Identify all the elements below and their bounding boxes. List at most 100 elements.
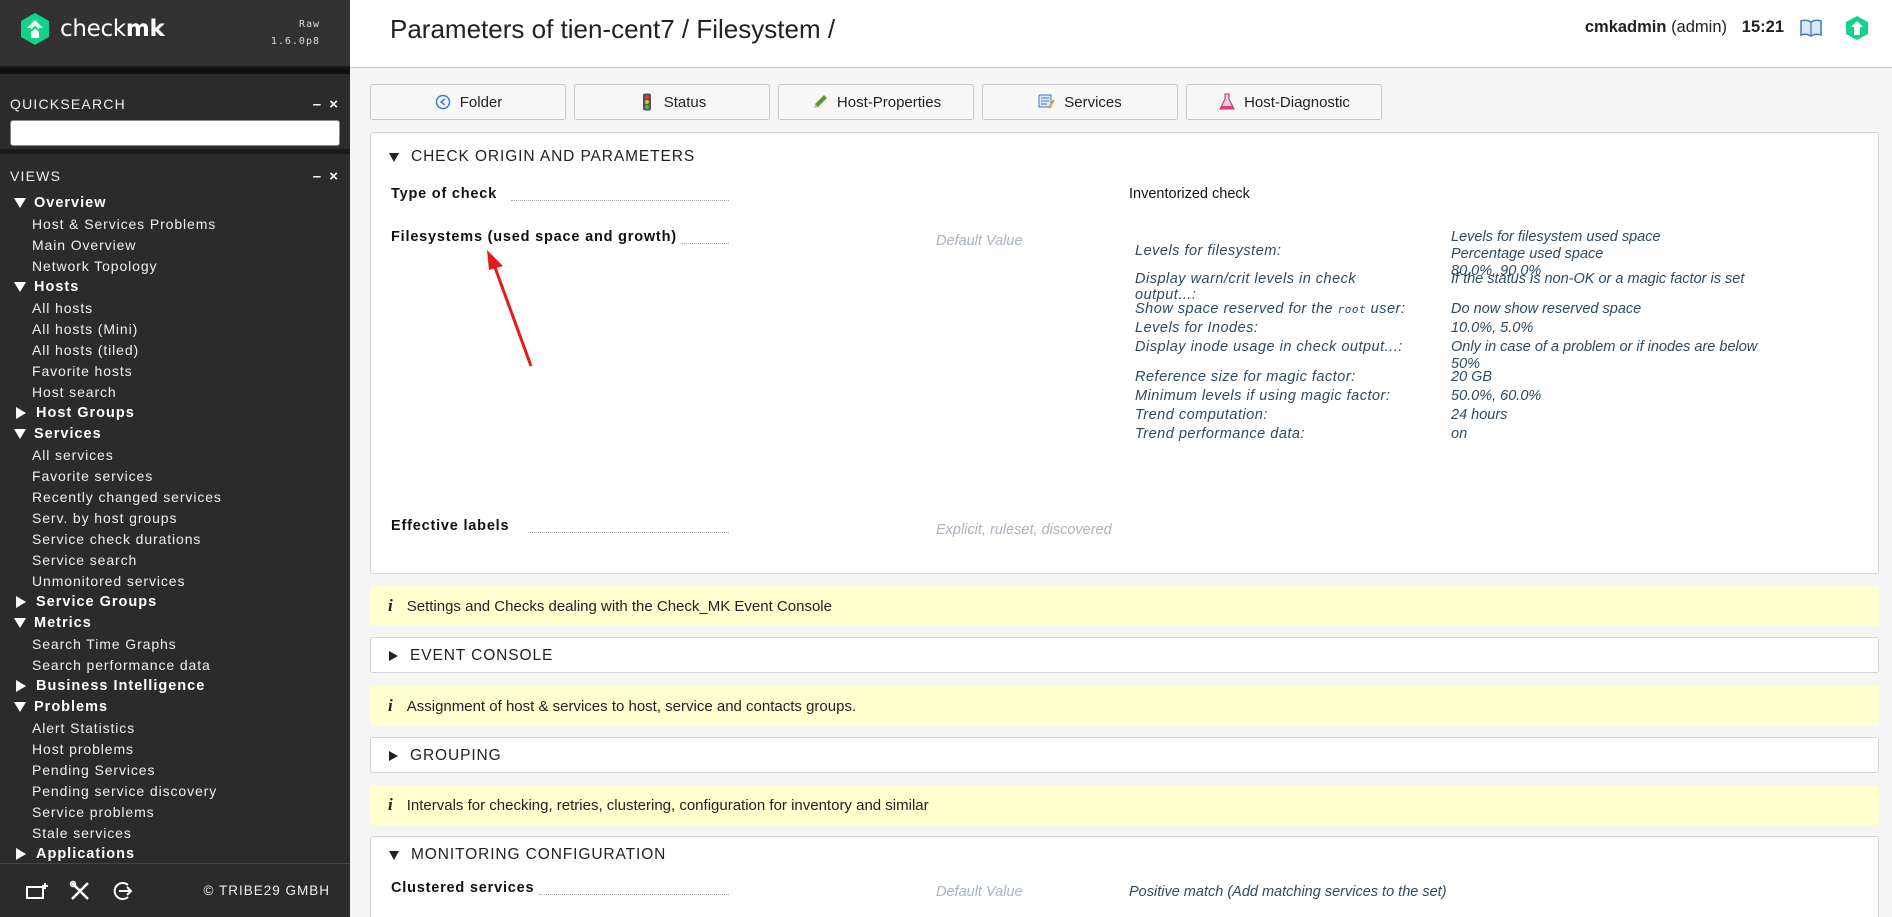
param-value-line: on [1451,426,1468,442]
monitoring-configuration-section: MONITORING CONFIGURATION Clustered servi… [370,836,1879,917]
flask-icon [1218,93,1236,111]
event-console-section[interactable]: EVENT CONSOLE [370,637,1879,673]
status-button[interactable]: Status [574,84,770,120]
button-label: Status [663,93,707,111]
view-group-metrics[interactable]: Metrics [0,612,350,633]
param-value-line: Levels for filesystem used space [1451,229,1661,245]
view-link[interactable]: Service search [0,549,350,570]
grouping-header[interactable]: GROUPING [371,738,1878,774]
event-console-header[interactable]: EVENT CONSOLE [371,638,1878,674]
check-origin-section: CHECK ORIGIN AND PARAMETERS Type of chec… [370,132,1879,574]
view-link[interactable]: Network Topology [0,255,350,276]
user-name: cmkadmin [1584,18,1667,36]
param-value-line: 10.0%, 5.0% [1451,320,1534,336]
version-label: 1.6.0p8 [270,36,320,47]
services-button[interactable]: Services [982,84,1178,120]
view-link[interactable]: Serv. by host groups [0,507,350,528]
param-value-line: 50% [1451,356,1481,372]
quicksearch-input[interactable] [10,120,340,146]
pencil-icon [811,93,829,111]
view-link[interactable]: All services [0,444,350,465]
view-link[interactable]: Recently changed services [0,486,350,507]
host-diagnostic-button[interactable]: Host-Diagnostic [1186,84,1382,120]
collapse-triangle-icon [14,281,26,292]
checkmk-brand-icon[interactable] [1844,15,1870,41]
param-label: Show space reserved for the root user: [1135,301,1405,318]
check-origin-header[interactable]: CHECK ORIGIN AND PARAMETERS [371,139,1878,175]
param-value: on [1451,426,1467,443]
view-group-overview[interactable]: Overview [0,192,350,213]
top-bar: Parameters of tien-cent7 / Filesystem / … [350,0,1892,68]
host-properties-button[interactable]: Host-Properties [778,84,974,120]
info-icon: i [388,596,393,615]
monitoring-header[interactable]: MONITORING CONFIGURATION [371,837,1878,873]
snapin-controls[interactable]: – × [313,168,340,185]
add-snapin-icon[interactable] [22,875,54,907]
view-link[interactable]: Alert Statistics [0,717,350,738]
button-label: Folder [459,93,503,111]
snapin-controls[interactable]: – × [313,96,340,113]
view-link[interactable]: Unmonitored services [0,570,350,591]
view-link[interactable]: Host search [0,381,350,402]
collapse-triangle-icon [14,701,26,712]
view-link[interactable]: Search Time Graphs [0,633,350,654]
grouping-section[interactable]: GROUPING [370,737,1879,773]
view-link[interactable]: Stale services [0,822,350,843]
expand-triangle-icon [16,847,26,860]
view-link[interactable]: Search performance data [0,654,350,675]
view-group-host-groups[interactable]: Host Groups [0,402,350,423]
view-link[interactable]: All hosts (Mini) [0,318,350,339]
effective-labels-label: Effective labels [391,518,510,534]
version-info: Raw 1.6.0p8 [271,16,320,50]
expand-triangle-icon [389,751,398,761]
view-link[interactable]: Service problems [0,801,350,822]
checkmk-logo[interactable]: checkmk [18,12,165,46]
clustered-services-label[interactable]: Clustered services [391,880,534,896]
view-group-service-groups[interactable]: Service Groups [0,591,350,612]
view-link[interactable]: Main Overview [0,234,350,255]
setup-tools-icon[interactable] [64,875,96,907]
logo-text: checkmk [60,16,165,42]
view-link[interactable]: Host problems [0,738,350,759]
user-role: (admin) [1671,18,1727,36]
param-label-code: root [1337,303,1367,316]
view-link[interactable]: Favorite hosts [0,360,350,381]
view-link[interactable]: Host & Services Problems [0,213,350,234]
view-link[interactable]: Service check durations [0,528,350,549]
info-text: Assignment of host & services to host, s… [406,697,857,715]
context-buttons: Folder Status Host-Properties Services Host-… [370,84,1390,120]
page-title: Parameters of tien-cent7 / Filesystem / [390,14,836,44]
help-book-icon[interactable] [1800,19,1822,37]
info-text: Settings and Checks dealing with the Che… [406,597,832,615]
view-link[interactable]: All hosts [0,297,350,318]
sidebar: checkmk Raw 1.6.0p8 QUICKSEARCH – × VIEW… [0,0,350,917]
views-title: VIEWS [10,168,62,184]
view-link[interactable]: Pending Services [0,759,350,780]
view-link[interactable]: All hosts (tiled) [0,339,350,360]
view-group-hosts[interactable]: Hosts [0,276,350,297]
param-label-part: user: [1366,301,1406,317]
collapse-triangle-icon [14,428,26,439]
param-value: 24 hours [1451,407,1507,424]
view-link[interactable]: Favorite services [0,465,350,486]
view-group-applications[interactable]: Applications [0,843,350,864]
logout-icon[interactable] [106,875,138,907]
quicksearch-snapin: QUICKSEARCH – × [0,74,350,154]
view-group-business-intelligence[interactable]: Business Intelligence [0,675,350,696]
view-link[interactable]: Pending service discovery [0,780,350,801]
info-icon: i [388,795,393,814]
user-info[interactable]: cmkadmin (admin) [1585,18,1727,37]
param-label: Trend computation: [1135,407,1268,423]
collapse-triangle-icon [389,850,399,860]
view-group-label: Hosts [34,278,80,295]
expand-triangle-icon [389,651,398,661]
monitoring-title: MONITORING CONFIGURATION [411,846,667,863]
info-event-console: i Settings and Checks dealing with the C… [370,586,1879,626]
view-group-problems[interactable]: Problems [0,696,350,717]
checkmk-logo-icon [21,13,49,45]
folder-button[interactable]: Folder [370,84,566,120]
view-group-services[interactable]: Services [0,423,350,444]
sidebar-header: checkmk Raw 1.6.0p8 [0,0,350,68]
type-of-check-label: Type of check [391,186,498,202]
param-label-part: Show space reserved for the [1135,301,1338,317]
